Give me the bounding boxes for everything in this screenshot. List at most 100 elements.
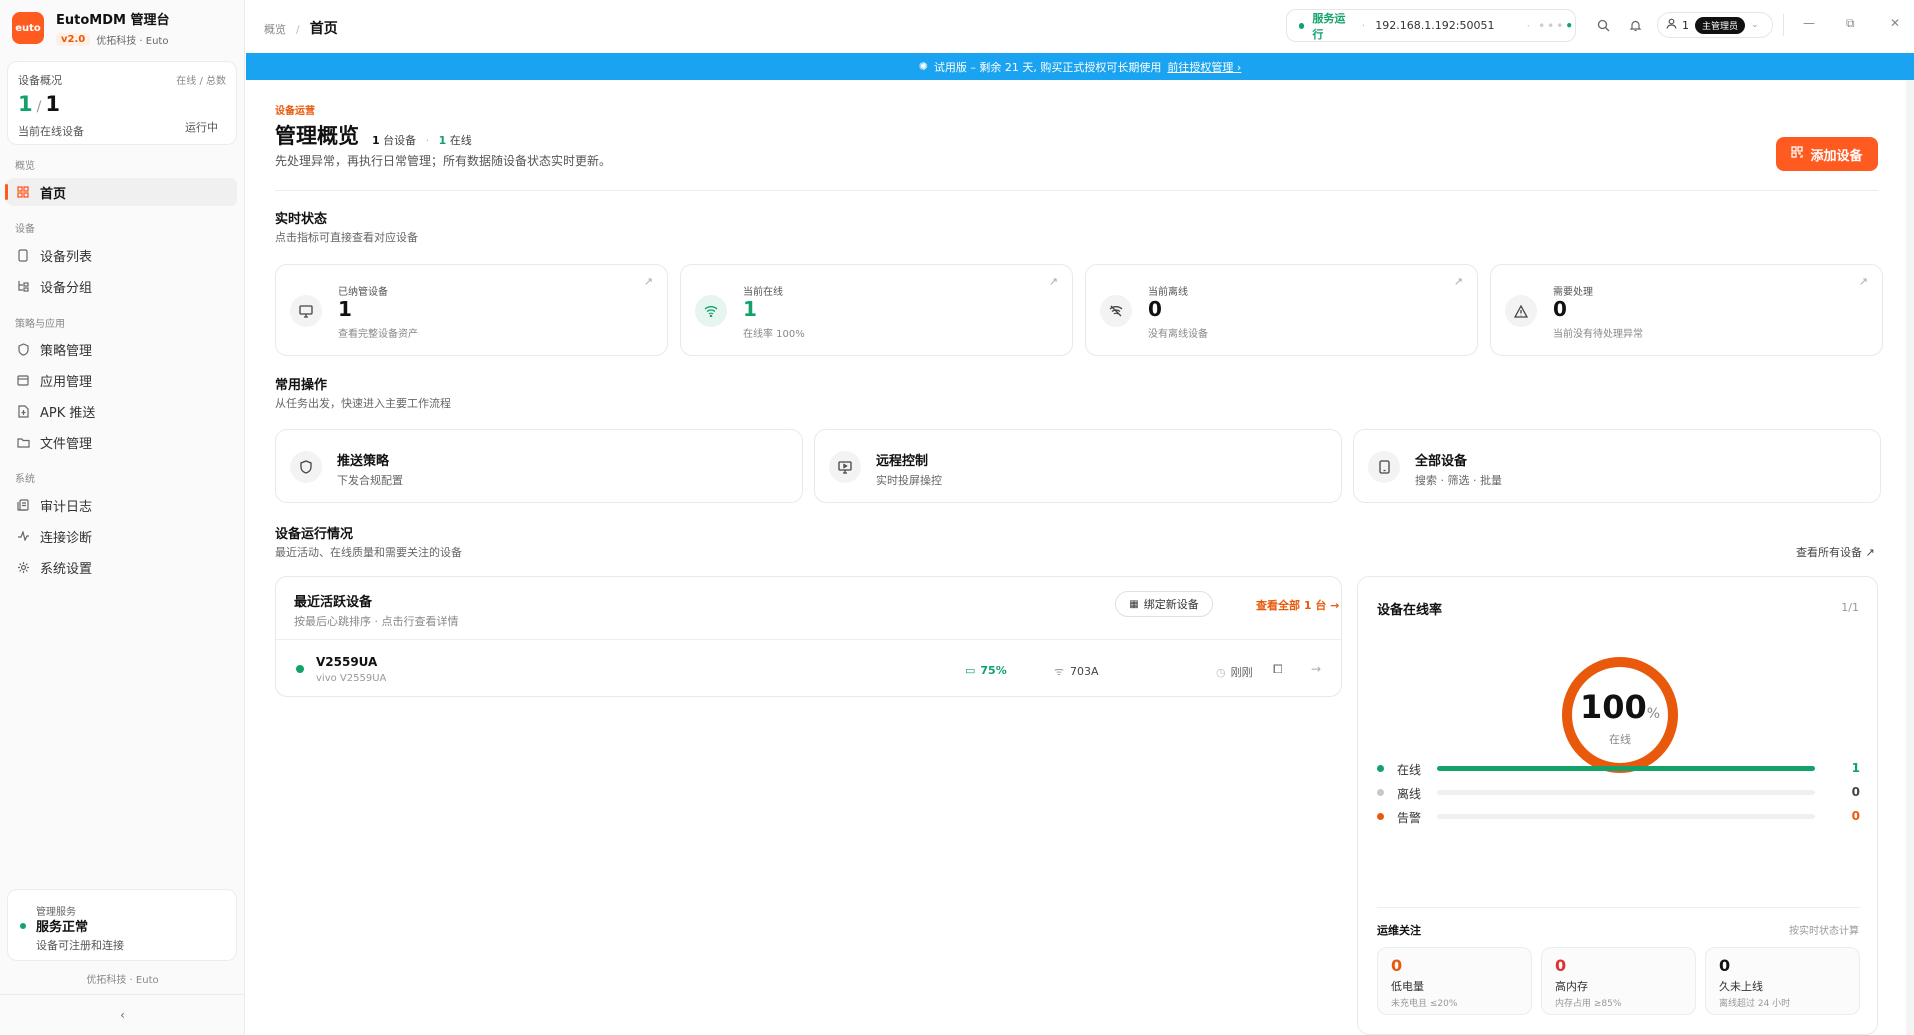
ops-hint: 按实时状态计算 [1789, 926, 1859, 937]
qr-icon [1791, 146, 1804, 162]
server-address: 192.168.1.192:50051 [1375, 19, 1495, 32]
stat-card-managed[interactable]: 已纳管设备 1 查看完整设备资产 ↗ [275, 264, 668, 356]
minimize-icon[interactable]: — [1803, 16, 1815, 30]
view-all-devices-link[interactable]: 查看所有设备 ↗ [1796, 544, 1875, 560]
window-icon [16, 373, 30, 387]
sidebar-item-label: 策略管理 [40, 343, 93, 359]
running-subtitle: 最近活动、在线质量和需要关注的设备 [275, 546, 462, 559]
license-link[interactable]: 前往授权管理 › [1167, 59, 1241, 75]
sidebar-item-apk-push[interactable]: APK 推送 [7, 397, 237, 425]
add-device-button[interactable]: 添加设备 [1776, 137, 1878, 171]
rate-page: 1/1 [1841, 601, 1859, 614]
online-rate-ring: 100% 在线 [1559, 654, 1681, 776]
brand-company: 优拓科技 · Euto [96, 36, 169, 47]
legend-alert: 告警 0 [1377, 808, 1860, 825]
battery-icon: ▭ [965, 664, 976, 677]
sidebar-item-apps[interactable]: 应用管理 [7, 366, 237, 394]
ops-high-memory[interactable]: 0 高内存 内存占用 ≥85% [1541, 947, 1696, 1015]
remote-control-action[interactable]: 远程控制 实时投屏操控 [814, 429, 1342, 503]
sparkle-icon: ✺ [918, 60, 928, 73]
sidebar-item-label: APK 推送 [40, 405, 96, 421]
stat-label: 需要处理 [1553, 287, 1593, 298]
sidebar-item-device-list[interactable]: 设备列表 [7, 241, 237, 269]
sidebar-item-home[interactable]: 首页 [5, 178, 237, 206]
device-model: vivo V2559UA [316, 673, 387, 684]
bell-icon[interactable] [1626, 16, 1644, 34]
bind-device-button[interactable]: ▦ 绑定新设备 [1115, 591, 1213, 617]
stat-value: 0 [1553, 297, 1567, 321]
grid-icon [16, 185, 30, 199]
nav-group-devices: 设备 [15, 224, 35, 235]
stat-card-attention[interactable]: 需要处理 0 当前没有待处理异常 ↗ [1490, 264, 1883, 356]
shield-icon [290, 451, 322, 483]
nav-group-policy: 策略与应用 [15, 319, 65, 330]
action-subtitle: 实时投屏操控 [876, 474, 942, 487]
phone-icon [16, 248, 30, 262]
apk-icon [16, 404, 30, 418]
user-count: 1 [1682, 18, 1689, 32]
view-all-recent-link[interactable]: 查看全部 1 台 → [1256, 597, 1339, 613]
scrollbar[interactable] [1906, 80, 1914, 1035]
folder-icon [16, 435, 30, 449]
server-status-pill[interactable]: 服务运行 · 192.168.1.192:50051 · •••• [1286, 9, 1576, 42]
brand[interactable]: euto EutoMDM 管理台 v2.0 优拓科技 · Euto [12, 8, 169, 48]
sidebar-item-settings[interactable]: 系统设置 [7, 553, 237, 581]
push-policy-action[interactable]: 推送策略 下发合规配置 [275, 429, 803, 503]
action-title: 全部设备 [1415, 454, 1468, 469]
user-icon [1666, 18, 1677, 32]
sidebar-item-device-groups[interactable]: 设备分组 [7, 272, 237, 300]
stat-hint: 没有离线设备 [1148, 329, 1208, 340]
arrow-up-right-icon: ↗ [1858, 275, 1868, 288]
sidebar-item-audit-log[interactable]: 审计日志 [7, 491, 237, 519]
qr-icon: ▦ [1129, 598, 1139, 610]
remote-screen-icon[interactable]: ⧠ [1273, 662, 1283, 677]
stat-value: 1 [338, 297, 352, 321]
rate-label: 在线 [1609, 733, 1631, 746]
ops-low-battery[interactable]: 0 低电量 未充电且 ≤20% [1377, 947, 1532, 1015]
all-devices-action[interactable]: 全部设备 搜索 · 筛选 · 批量 [1353, 429, 1881, 503]
sidebar-item-policy[interactable]: 策略管理 [7, 335, 237, 363]
close-icon[interactable]: ✕ [1890, 16, 1900, 30]
wifi-readout: ᯤ 703A [1054, 665, 1099, 678]
online-dot [296, 665, 304, 673]
device-overview-card[interactable]: 设备概况 在线 / 总数 1/1 当前在线设备 运行中 [7, 61, 237, 145]
server-status: 服务运行 [1312, 11, 1346, 41]
arrow-up-right-icon: ↗ [1453, 275, 1463, 288]
arrow-up-right-icon: ↗ [1048, 275, 1058, 288]
shield-icon [16, 342, 30, 356]
stat-label: 当前在线 [743, 287, 783, 298]
search-icon[interactable] [1594, 16, 1612, 34]
stat-hint: 查看完整设备资产 [338, 329, 418, 340]
stat-value: 1 [743, 297, 757, 321]
action-title: 推送策略 [337, 454, 390, 469]
action-title: 远程控制 [876, 454, 929, 469]
stat-label: 当前离线 [1148, 287, 1188, 298]
recent-devices-card: 最近活跃设备 按最后心跳排序 · 点击行查看详情 ▦ 绑定新设备 查看全部 1 台… [275, 576, 1342, 697]
table-row[interactable]: V2559UA vivo V2559UA ▭ 75% ᯤ 703A ◷ 刚刚 ⧠ → [276, 640, 1341, 697]
sidebar-item-diagnostics[interactable]: 连接诊断 [7, 522, 237, 550]
stat-value: 0 [1148, 297, 1162, 321]
legend-offline: 离线 0 [1377, 784, 1860, 801]
service-note: 设备可注册和连接 [36, 939, 124, 952]
realtime-subtitle: 点击指标可直接查看对应设备 [275, 231, 418, 244]
restore-icon[interactable]: ⧉ [1846, 16, 1855, 31]
stat-card-online[interactable]: 当前在线 1 在线率 100% ↗ [680, 264, 1073, 356]
connection-dots-icon: · •••• [1526, 18, 1575, 33]
chevron-down-icon: ⌄ [1751, 20, 1759, 30]
stat-card-offline[interactable]: 当前离线 0 没有离线设备 ↗ [1085, 264, 1478, 356]
main-content: 设备运营 管理概览 1 台设备 · 1 在线 先处理异常，再执行日常管理；所有数… [246, 80, 1914, 1035]
sidebar-footer: 优拓科技 · Euto [86, 975, 159, 986]
sidebar-item-label: 应用管理 [40, 374, 93, 390]
service-status-dot [20, 923, 26, 929]
breadcrumb-parent[interactable]: 概览 [264, 23, 286, 36]
arrow-right-icon[interactable]: → [1311, 662, 1321, 676]
brand-title: EutoMDM 管理台 [56, 13, 170, 28]
sidebar-item-files[interactable]: 文件管理 [7, 428, 237, 456]
user-menu[interactable]: 1 主管理员 ⌄ [1657, 12, 1773, 38]
ops-long-offline[interactable]: 0 久未上线 离线超过 24 小时 [1705, 947, 1860, 1015]
screen-icon [829, 451, 861, 483]
stat-label: 已纳管设备 [338, 287, 388, 298]
rate-title: 设备在线率 [1377, 603, 1443, 618]
role-badge: 主管理员 [1695, 16, 1746, 34]
collapse-sidebar-button[interactable]: ‹ [0, 994, 245, 1035]
